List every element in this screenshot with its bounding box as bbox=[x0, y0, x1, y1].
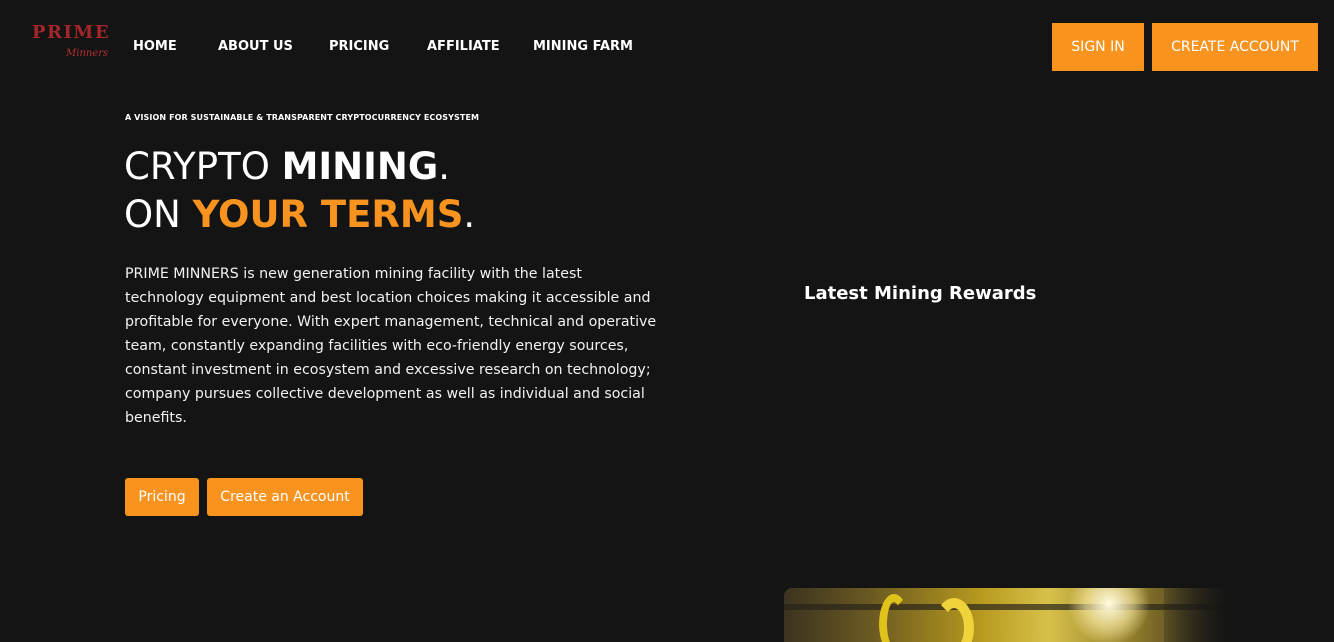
headline-line1-light: CRYPTO bbox=[124, 145, 282, 188]
photo-light bbox=[1064, 588, 1154, 642]
brand-logo-subtitle: Minners bbox=[66, 48, 109, 59]
sign-in-button[interactable]: SIGN IN bbox=[1052, 23, 1144, 71]
nav-item-about-us[interactable]: ABOUT US bbox=[218, 39, 293, 54]
photo-beam bbox=[784, 604, 1224, 610]
create-an-account-button[interactable]: Create an Account bbox=[207, 478, 363, 516]
brand-logo[interactable]: PRIME Minners bbox=[30, 22, 112, 66]
nav-item-pricing[interactable]: PRICING bbox=[329, 39, 389, 54]
headline-line2-light: ON bbox=[124, 193, 193, 236]
photo-pipe bbox=[879, 594, 909, 642]
create-account-button[interactable]: CREATE ACCOUNT bbox=[1152, 23, 1318, 71]
hero-tagline: A VISION FOR SUSTAINABLE & TRANSPARENT C… bbox=[125, 113, 480, 122]
headline-line1-bold: MINING bbox=[281, 145, 439, 188]
nav-item-home[interactable]: HOME bbox=[133, 39, 177, 54]
site-header: PRIME Minners HOME ABOUT US PRICING AFFI… bbox=[0, 0, 1334, 96]
pricing-button[interactable]: Pricing bbox=[125, 478, 199, 516]
headline-line2-end: . bbox=[463, 193, 476, 236]
headline-line2-accent: YOUR TERMS bbox=[192, 193, 464, 236]
nav-item-mining-farm[interactable]: MINING FARM bbox=[533, 39, 633, 54]
brand-logo-name: PRIME bbox=[32, 22, 111, 43]
hero-headline: CRYPTO MINING. ON YOUR TERMS. bbox=[124, 143, 475, 239]
latest-mining-rewards-title: Latest Mining Rewards bbox=[804, 283, 1037, 304]
hero-description: PRIME MINNERS is new generation mining f… bbox=[125, 266, 657, 426]
photo-shadow bbox=[1164, 588, 1224, 642]
mining-farm-photo bbox=[784, 588, 1224, 642]
nav-item-affiliate[interactable]: AFFILIATE bbox=[427, 39, 500, 54]
headline-line1-end: . bbox=[438, 145, 450, 188]
